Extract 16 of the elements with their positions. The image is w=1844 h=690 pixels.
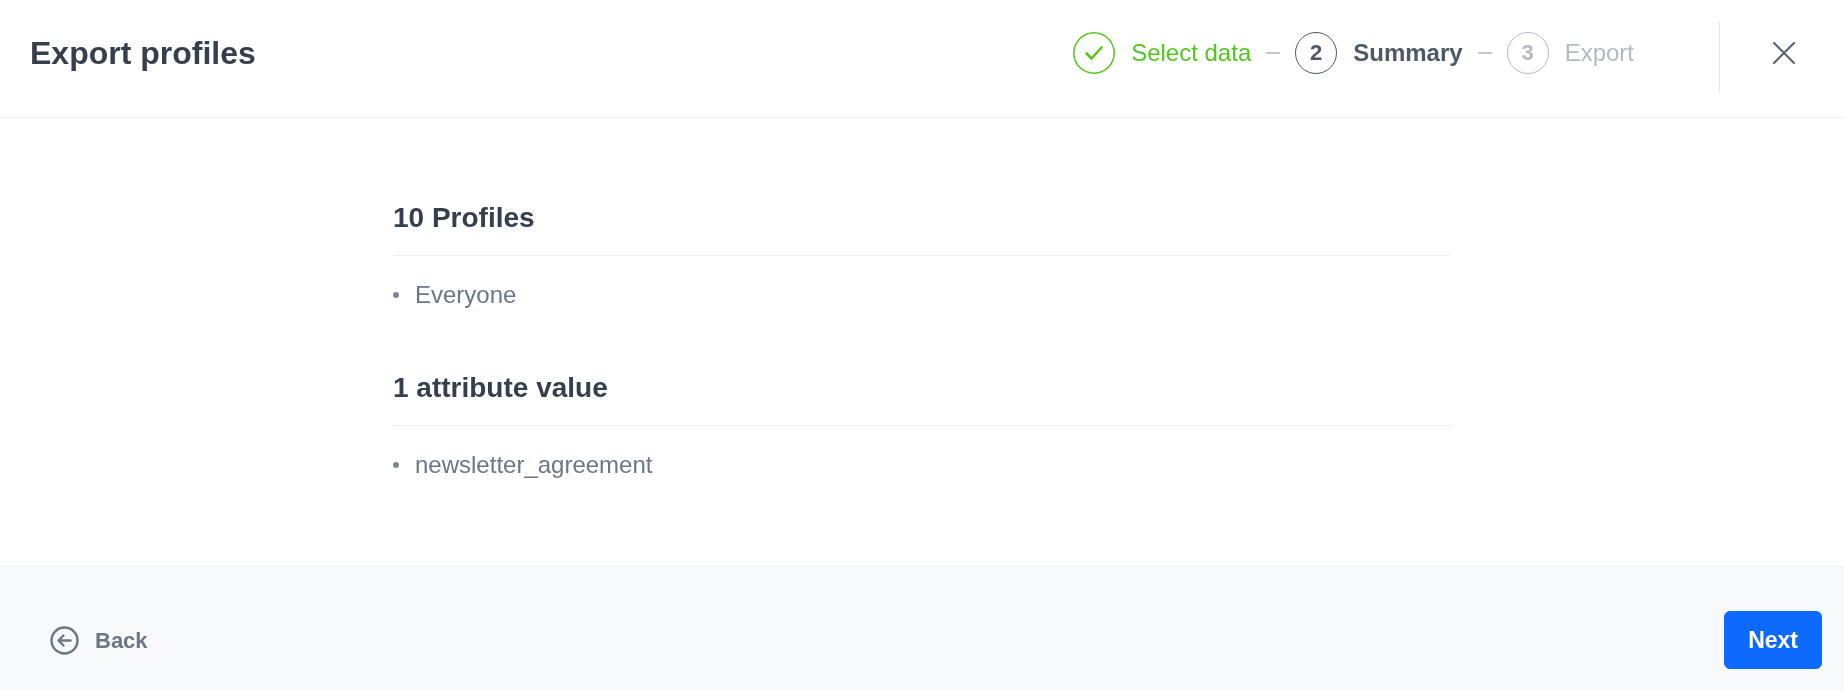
step-connector (1477, 52, 1492, 54)
step-connector (1266, 52, 1281, 54)
section-heading: 10 Profiles (393, 201, 1451, 256)
section-heading: 1 attribute value (393, 371, 1451, 426)
bullet-icon (393, 292, 399, 298)
step-label: Export (1564, 38, 1634, 68)
bullet-icon (393, 462, 399, 468)
dialog-title: Export profiles (30, 33, 256, 73)
left-arrow-circle-icon (50, 625, 79, 655)
back-button[interactable]: Back (34, 615, 164, 665)
list-item-text: Everyone (415, 280, 517, 310)
step-label: Summary (1353, 38, 1463, 68)
next-button[interactable]: Next (1724, 611, 1822, 669)
list-item-text: newsletter_agreement (415, 450, 653, 480)
close-icon (1773, 42, 1795, 64)
step-label: Select data (1131, 38, 1252, 68)
